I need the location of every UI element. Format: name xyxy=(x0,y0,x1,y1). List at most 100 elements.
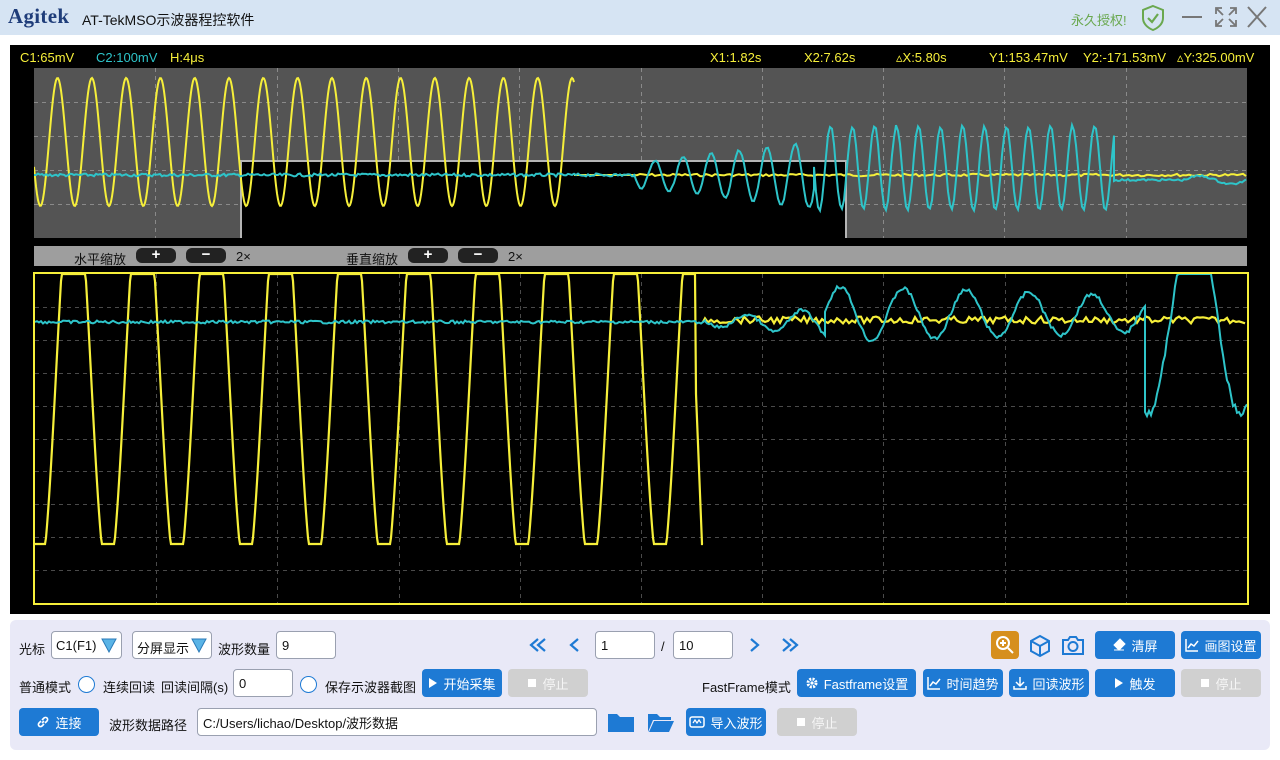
camera-icon[interactable] xyxy=(1060,633,1086,657)
plot-settings-label: 画图设置 xyxy=(1204,638,1257,654)
fastframe-mode-label: FastFrame模式 xyxy=(702,680,791,695)
current-page-input[interactable] xyxy=(595,631,655,659)
stop-icon xyxy=(1201,679,1210,687)
cursor-x2: X2:7.62s xyxy=(804,50,856,65)
link-icon xyxy=(38,716,49,728)
cube-icon[interactable] xyxy=(1028,634,1052,658)
stop-icon xyxy=(797,718,806,726)
folder-icon[interactable] xyxy=(607,711,635,733)
previous-page-icon[interactable] xyxy=(568,637,582,653)
total-pages-input[interactable] xyxy=(673,631,733,659)
readback-waveform-button[interactable]: 回读波形 xyxy=(1009,669,1089,697)
window-title: AT-TekMSO示波器程控软件 xyxy=(82,12,255,28)
start-acquire-button[interactable]: 开始采集 xyxy=(422,669,502,697)
first-page-icon[interactable] xyxy=(528,637,548,653)
horizontal-zoom-in-button[interactable]: + xyxy=(136,247,176,263)
cursor-y2: Y2:-171.53mV xyxy=(1083,50,1167,65)
stop-import-button[interactable]: 停止 xyxy=(777,708,857,736)
overview-plot[interactable] xyxy=(33,68,1247,246)
dropdown-arrow-icon xyxy=(191,638,207,653)
fastframe-settings-label: Fastframe设置 xyxy=(823,676,909,692)
display-mode-select[interactable]: 分屏显示 xyxy=(132,631,212,659)
cursor-delta-x: ▵X:5.80s xyxy=(896,50,947,65)
main-plot[interactable] xyxy=(33,272,1249,605)
stop-acquire-label: 停止 xyxy=(542,676,569,692)
download-icon xyxy=(1013,677,1028,690)
time-trend-button[interactable]: 时间趋势 xyxy=(923,669,1003,697)
readback-interval-input[interactable] xyxy=(233,669,293,697)
horizontal-zoom-out-button[interactable]: − xyxy=(186,247,226,263)
cursor-y1: Y1:153.47mV xyxy=(989,50,1068,65)
vertical-zoom-factor: 2× xyxy=(508,249,523,264)
eraser-icon xyxy=(1113,638,1127,651)
connect-button[interactable]: 连接 xyxy=(19,708,99,736)
maximize-icon[interactable] xyxy=(1213,5,1239,29)
display-mode-value: 分屏显示 xyxy=(137,641,190,656)
import-waveform-button[interactable]: 导入波形 xyxy=(686,708,766,736)
normal-mode-label: 普通模式 xyxy=(19,680,72,695)
continuous-readback-label: 连续回读 xyxy=(103,680,156,695)
play-icon xyxy=(429,678,438,688)
ch1-scale: C1:65mV xyxy=(20,50,75,65)
main-waveform-canvas xyxy=(34,272,1248,603)
play-icon xyxy=(1115,678,1124,688)
horizontal-zoom-label: 水平缩放 xyxy=(74,252,127,267)
title-bar: Agitek AT-TekMSO示波器程控软件 永久授权! xyxy=(0,0,1280,35)
trigger-button[interactable]: 触发 xyxy=(1095,669,1175,697)
vertical-zoom-out-button[interactable]: − xyxy=(458,247,498,263)
cursor-select[interactable]: C1(F1) xyxy=(51,631,122,659)
trend-icon xyxy=(927,677,942,690)
waveform-count-label: 波形数量 xyxy=(218,642,271,657)
control-panel: 光标 C1(F1) 分屏显示 波形数量 / 清屏 画图设置 普通模式 连续回读 … xyxy=(10,620,1270,750)
start-acquire-label: 开始采集 xyxy=(443,676,496,692)
vertical-zoom-in-button[interactable]: + xyxy=(408,247,448,263)
ch2-scale: C2:100mV xyxy=(96,50,158,65)
cursor-select-value: C1(F1) xyxy=(56,638,97,653)
import-icon xyxy=(689,716,706,728)
cursor-label: 光标 xyxy=(19,642,46,657)
horizontal-scale: H:4μs xyxy=(170,50,205,65)
fastframe-settings-button[interactable]: Fastframe设置 xyxy=(797,669,916,697)
clear-screen-button[interactable]: 清屏 xyxy=(1095,631,1175,659)
stop-fastframe-button[interactable]: 停止 xyxy=(1181,669,1261,697)
readback-interval-label: 回读间隔(s) xyxy=(161,680,229,695)
zoom-toolbar: 水平缩放 + − 2× 垂直缩放 + − 2× xyxy=(34,246,1247,267)
brand-logo: Agitek xyxy=(8,4,70,28)
minimize-icon[interactable] xyxy=(1179,5,1205,29)
save-screenshot-radio[interactable] xyxy=(300,676,317,693)
waveform-count-input[interactable] xyxy=(276,631,336,659)
last-page-icon[interactable] xyxy=(780,637,800,653)
stop-icon xyxy=(528,679,537,687)
cursor-delta-y: ▵Y:325.00mV xyxy=(1177,50,1255,65)
save-screenshot-label: 保存示波器截图 xyxy=(325,680,417,695)
import-waveform-label: 导入波形 xyxy=(710,715,763,731)
oscilloscope-display: C1:65mV C2:100mV H:4μs X1:1.82s X2:7.62s… xyxy=(10,45,1270,614)
stop-fastframe-label: 停止 xyxy=(1215,676,1242,692)
gear-icon xyxy=(806,677,818,689)
next-page-icon[interactable] xyxy=(747,637,761,653)
dropdown-arrow-icon xyxy=(101,638,117,653)
horizontal-zoom-factor: 2× xyxy=(236,249,251,264)
ch1-main-trace xyxy=(35,272,1246,546)
trigger-label: 触发 xyxy=(1129,676,1156,692)
zoom-in-icon[interactable] xyxy=(991,631,1019,659)
data-path-input[interactable] xyxy=(197,708,597,736)
folder-open-icon[interactable] xyxy=(647,711,675,733)
cursor-x1: X1:1.82s xyxy=(710,50,762,65)
connect-label: 连接 xyxy=(55,715,82,731)
continuous-readback-radio[interactable] xyxy=(78,676,95,693)
vertical-zoom-label: 垂直缩放 xyxy=(346,252,399,267)
clear-screen-label: 清屏 xyxy=(1131,638,1158,654)
chart-icon xyxy=(1185,639,1200,652)
stop-import-label: 停止 xyxy=(811,715,838,731)
page-separator: / xyxy=(661,639,665,654)
shield-check-icon xyxy=(1142,4,1164,32)
time-trend-label: 时间趋势 xyxy=(946,676,999,692)
plot-settings-button[interactable]: 画图设置 xyxy=(1181,631,1261,659)
close-icon[interactable] xyxy=(1244,5,1270,29)
stop-acquire-button[interactable]: 停止 xyxy=(508,669,588,697)
readback-waveform-label: 回读波形 xyxy=(1032,676,1085,692)
license-status: 永久授权! xyxy=(1071,13,1127,28)
data-path-label: 波形数据路径 xyxy=(109,718,188,733)
overview-waveform-canvas xyxy=(33,68,1247,246)
